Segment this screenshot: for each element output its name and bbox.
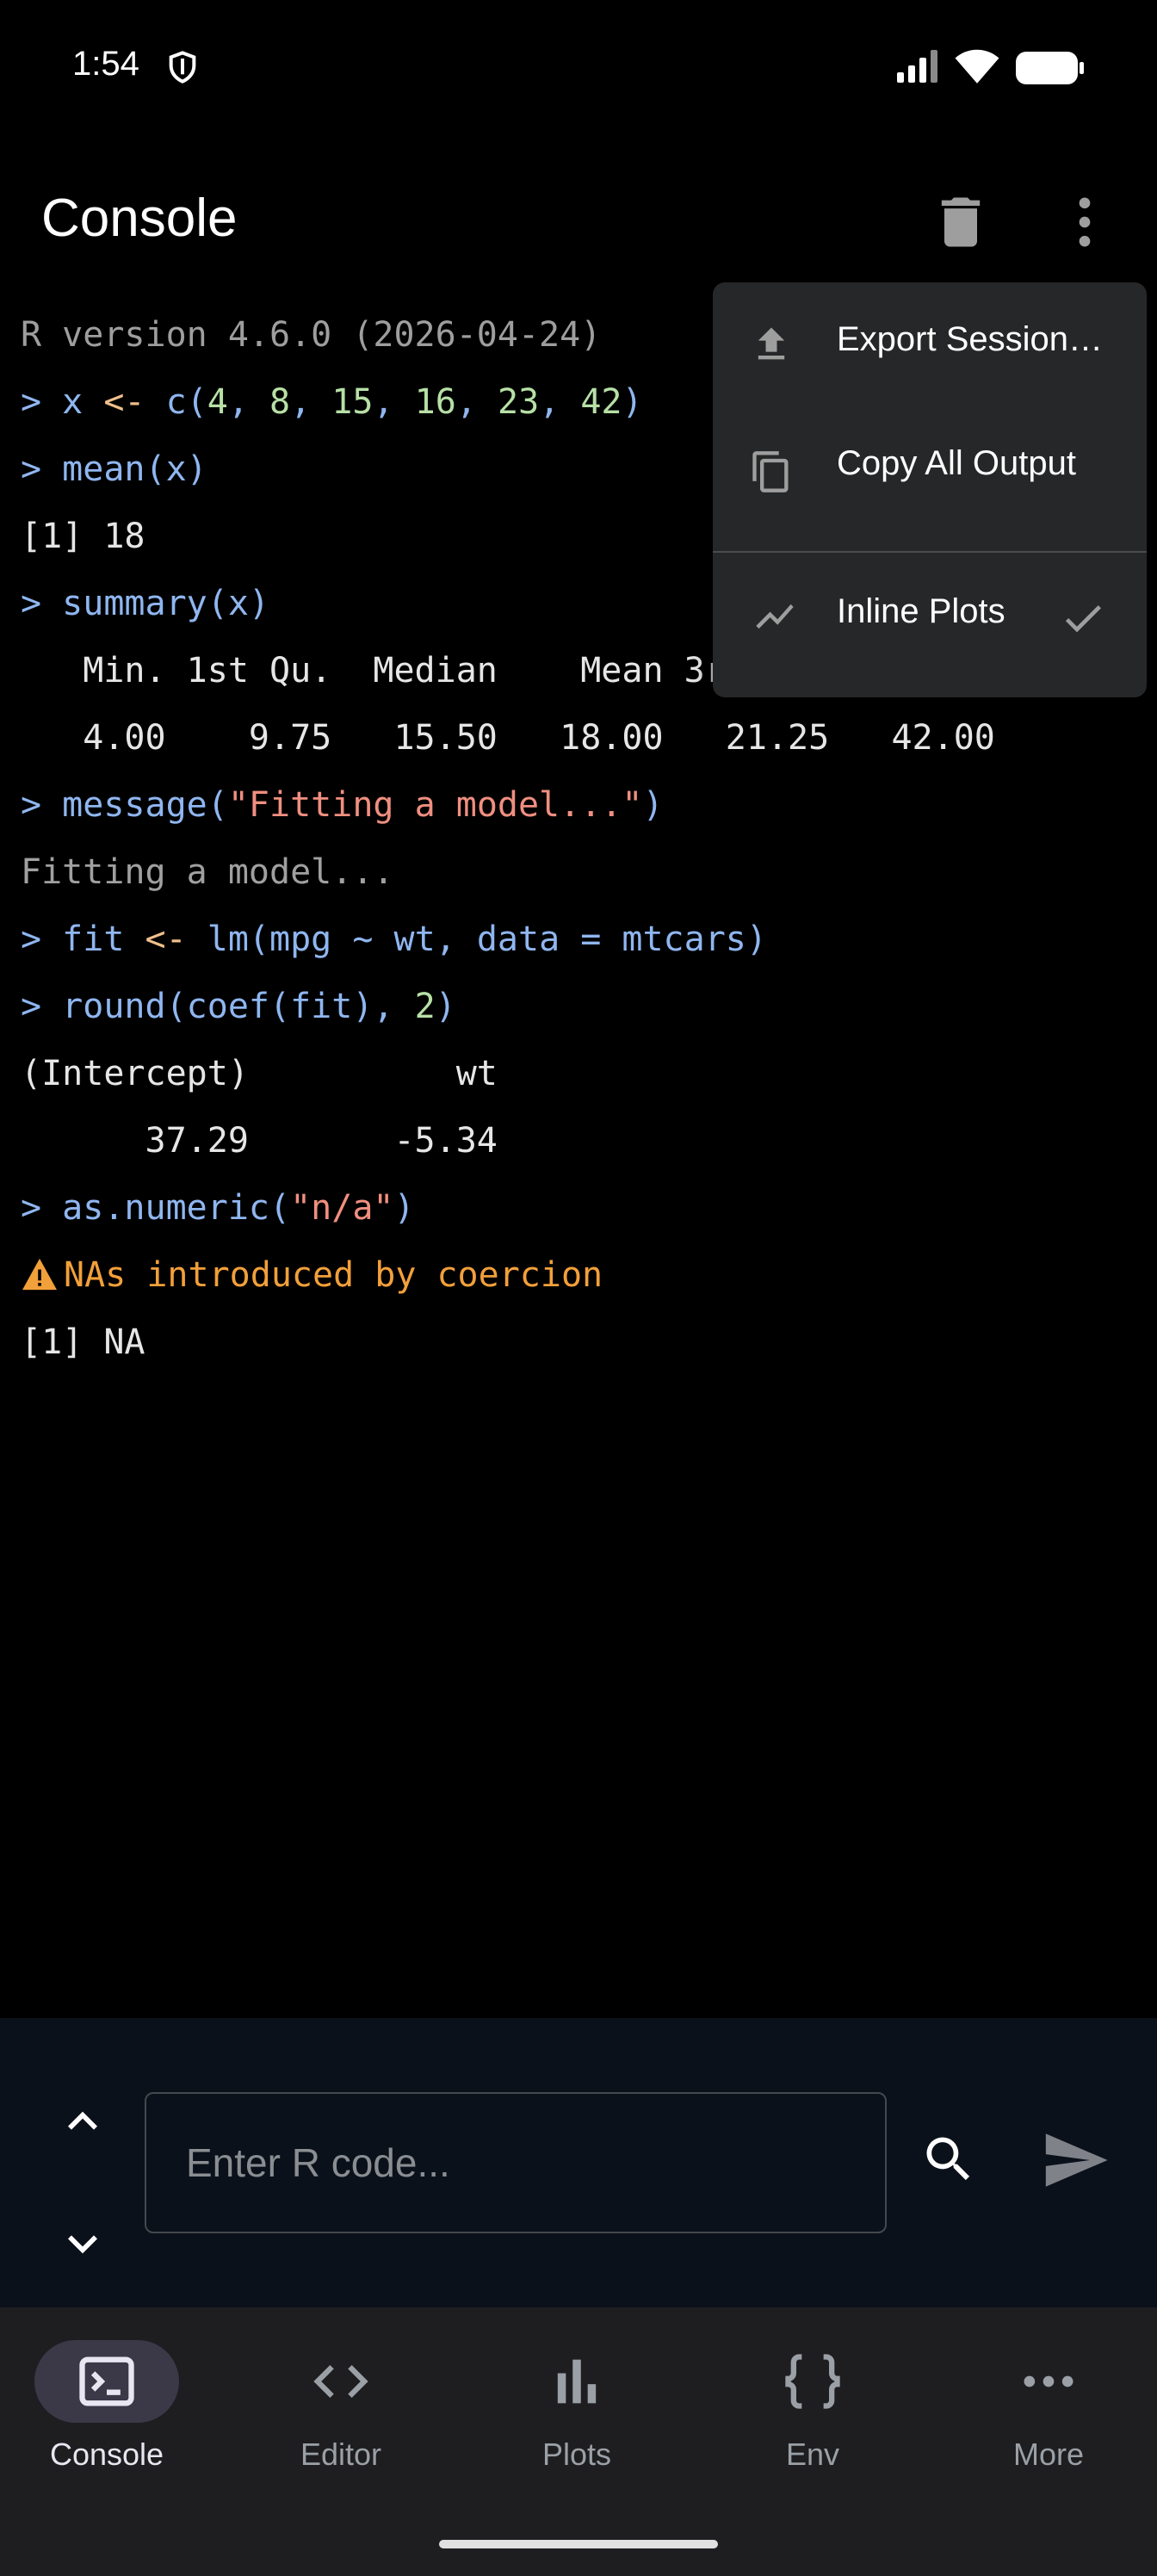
battery-icon bbox=[1016, 52, 1085, 89]
history-down-button[interactable] bbox=[53, 2214, 112, 2273]
nav-item-more[interactable]: More bbox=[942, 2340, 1157, 2495]
nav-item-editor[interactable]: Editor bbox=[234, 2340, 465, 2495]
send-button[interactable] bbox=[1040, 2125, 1111, 2195]
nav-label: Env bbox=[785, 2437, 840, 2472]
console-line: > fit <- lm(mpg ~ wt, data = mtcars) bbox=[21, 920, 767, 959]
nav-label: Console bbox=[49, 2437, 164, 2472]
copy-icon bbox=[749, 446, 794, 502]
bar-chart-icon bbox=[542, 2349, 611, 2414]
shield-icon bbox=[165, 50, 200, 89]
wifi-icon bbox=[954, 48, 1000, 89]
nav-label: Plots bbox=[541, 2437, 612, 2472]
nav-item-console[interactable]: Console bbox=[0, 2340, 231, 2495]
console-line: > round(coef(fit), 2) bbox=[21, 987, 456, 1026]
status-bar: 1:54 bbox=[0, 0, 1157, 138]
clear-console-button[interactable] bbox=[928, 189, 993, 255]
history-up-button[interactable] bbox=[53, 2092, 112, 2151]
code-icon bbox=[306, 2349, 375, 2414]
menu-divider bbox=[713, 551, 1147, 553]
home-indicator[interactable] bbox=[439, 2540, 718, 2548]
nav-label: More bbox=[1012, 2437, 1085, 2472]
more-vertical-icon bbox=[1079, 197, 1091, 247]
search-button[interactable] bbox=[919, 2130, 978, 2189]
nav-label: Editor bbox=[300, 2437, 382, 2472]
console-line: > message("Fitting a model...") bbox=[21, 785, 664, 825]
input-bar bbox=[0, 2018, 1157, 2307]
r-code-input[interactable] bbox=[145, 2092, 887, 2233]
menu-item-copy-all-output[interactable]: Copy All Output bbox=[713, 406, 1147, 530]
checkmark-icon bbox=[1059, 594, 1107, 647]
more-horizontal-icon bbox=[1014, 2349, 1083, 2414]
signal-icon bbox=[895, 50, 942, 87]
console-line: [1] NA bbox=[21, 1322, 145, 1362]
chevron-up-icon bbox=[68, 2111, 97, 2130]
app-bar: Console bbox=[0, 164, 1157, 276]
trash-icon bbox=[941, 197, 981, 247]
menu-item-label: Inline Plots bbox=[837, 592, 1005, 630]
console-line: 4.00 9.75 15.50 18.00 21.25 42.00 bbox=[21, 718, 995, 758]
line-chart-icon bbox=[749, 594, 801, 643]
console-line: Fitting a model... bbox=[21, 852, 394, 892]
send-icon bbox=[1045, 2133, 1108, 2187]
console-warning-line: NAs introduced by coercion bbox=[21, 1242, 1140, 1309]
menu-item-label: Export Session… bbox=[837, 320, 1104, 358]
page-title: Console bbox=[41, 189, 238, 248]
search-icon bbox=[926, 2137, 970, 2181]
console-line: (Intercept) wt bbox=[21, 1054, 498, 1093]
menu-item-label: Copy All Output bbox=[837, 444, 1076, 482]
nav-item-plots[interactable]: Plots bbox=[470, 2340, 701, 2495]
console-icon bbox=[72, 2349, 141, 2414]
warning-icon bbox=[21, 1247, 59, 1314]
menu-item-inline-plots[interactable]: Inline Plots bbox=[713, 554, 1147, 678]
upload-icon bbox=[749, 322, 794, 371]
braces-icon bbox=[778, 2349, 847, 2414]
console-line: > as.numeric("n/a") bbox=[21, 1188, 415, 1228]
nav-item-env[interactable]: Env bbox=[706, 2340, 937, 2495]
console-line: 37.29 -5.34 bbox=[21, 1121, 498, 1161]
overflow-menu: Export Session… Copy All Output Inline P… bbox=[713, 282, 1147, 697]
bottom-navigation: Console Editor Plots Env More bbox=[0, 2307, 1157, 2576]
overflow-menu-button[interactable] bbox=[1052, 189, 1117, 255]
status-time: 1:54 bbox=[72, 45, 139, 83]
menu-item-export-session[interactable]: Export Session… bbox=[713, 282, 1147, 406]
chevron-down-icon bbox=[68, 2235, 97, 2254]
